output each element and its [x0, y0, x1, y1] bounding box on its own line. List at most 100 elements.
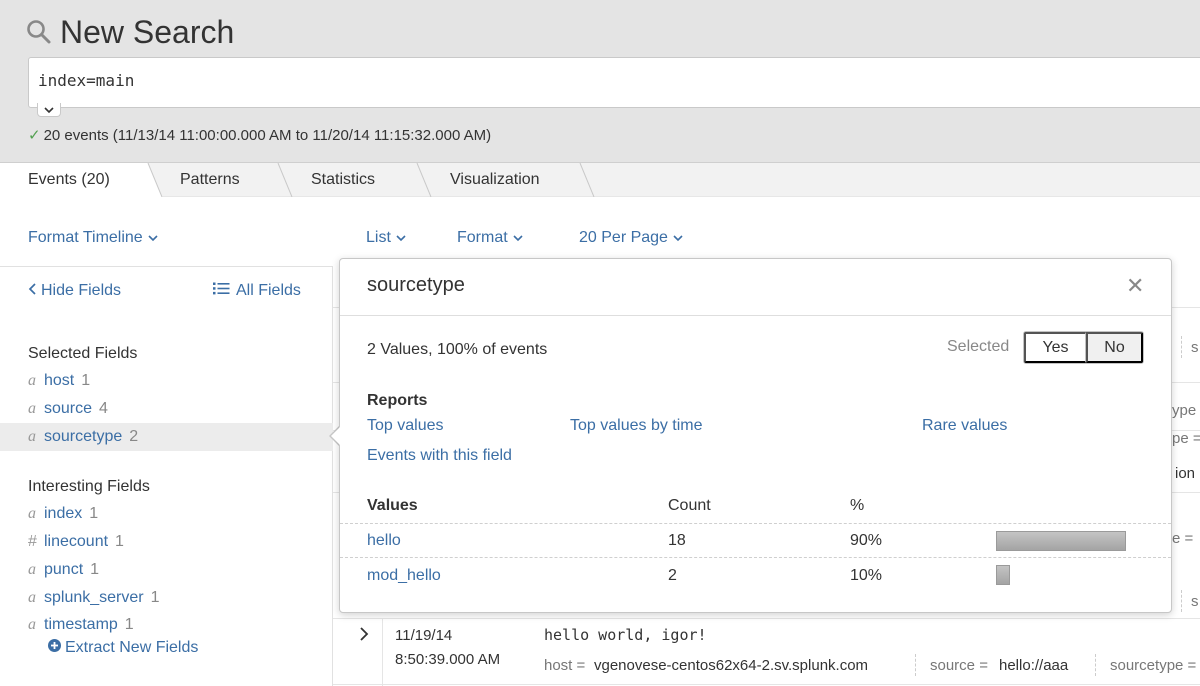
event-divider [333, 618, 1200, 619]
chevron-down-icon [44, 101, 54, 119]
list-label: List [366, 229, 391, 246]
search-input[interactable] [38, 71, 1138, 90]
tab-events[interactable]: Events (20) [28, 163, 110, 197]
field-name: punct [44, 561, 84, 578]
rare-values-link[interactable]: Rare values [922, 417, 1007, 435]
event-partial-text: pe = [1172, 430, 1200, 447]
number-type-icon: # [28, 533, 37, 550]
field-row-source[interactable]: a source 4 [0, 395, 333, 423]
top-values-link[interactable]: Top values [367, 417, 444, 435]
field-count: 4 [99, 400, 108, 417]
string-type-icon: a [28, 616, 36, 633]
list-menu[interactable]: List [366, 229, 406, 247]
event-partial-text: s [1191, 593, 1199, 610]
close-icon[interactable]: ✕ [1126, 275, 1144, 297]
top-values-by-time-link[interactable]: Top values by time [570, 417, 703, 435]
field-row-index[interactable]: a index 1 [0, 500, 333, 528]
field-separator [1095, 654, 1096, 676]
selected-no-button[interactable]: No [1086, 332, 1143, 363]
tab-statistics[interactable]: Statistics [311, 163, 375, 197]
extract-new-fields-label: Extract New Fields [65, 639, 199, 656]
event-partial-text: ion [1175, 465, 1196, 482]
list-icon [213, 282, 230, 300]
popover-divider [340, 315, 1171, 316]
format-timeline-menu[interactable]: Format Timeline [28, 229, 158, 247]
event-divider [333, 684, 1200, 685]
expand-search-button[interactable] [37, 103, 61, 117]
event-partial-text: e = [1172, 530, 1194, 547]
event-raw-text: hello world, igor! [544, 626, 707, 644]
field-name: index [44, 505, 83, 522]
all-fields-link[interactable]: All Fields [213, 282, 301, 300]
page-title: New Search [60, 13, 235, 50]
string-type-icon: a [28, 372, 36, 389]
count-column-header: Count [668, 497, 711, 514]
values-column-header: Values [367, 497, 418, 514]
event-date: 11/19/14 [395, 627, 453, 644]
extract-new-fields-link[interactable]: Extract New Fields [48, 639, 198, 657]
string-type-icon: a [28, 400, 36, 417]
field-row-linecount[interactable]: # linecount 1 [0, 528, 333, 556]
check-icon: ✓ [28, 127, 41, 144]
field-separator [915, 654, 916, 676]
field-row-splunk-server[interactable]: a splunk_server 1 [0, 584, 333, 612]
value-bar [996, 565, 1010, 585]
field-row-timestamp[interactable]: a timestamp 1 [0, 611, 333, 639]
results-tabs: Events (20) Patterns Statistics Visualiz… [0, 163, 1200, 197]
value-bar [996, 531, 1126, 551]
per-page-label: 20 Per Page [579, 229, 668, 246]
field-separator [1181, 590, 1182, 612]
chevron-down-icon [148, 229, 158, 247]
hide-fields-link[interactable]: Hide Fields [28, 282, 121, 300]
search-header: New Search ✓ 20 events (11/13/14 11:00:0… [0, 0, 1200, 163]
chevron-left-icon [28, 282, 36, 300]
expand-event-icon[interactable] [359, 627, 369, 646]
search-box[interactable] [28, 57, 1200, 108]
field-row-host[interactable]: a host 1 [0, 367, 333, 395]
format-menu[interactable]: Format [457, 229, 523, 247]
tab-visualization[interactable]: Visualization [450, 163, 540, 197]
event-sourcetype-key: sourcetype = [1110, 657, 1197, 674]
chevron-down-icon [396, 229, 406, 247]
selected-yes-button[interactable]: Yes [1024, 332, 1086, 363]
popover-arrow-inner [331, 426, 341, 446]
event-host-key: host = [544, 657, 586, 674]
value-hello-link[interactable]: hello [367, 532, 401, 550]
reports-title: Reports [367, 392, 428, 409]
table-row-divider [340, 557, 1171, 558]
value-count: 18 [668, 532, 686, 549]
field-count: 1 [81, 372, 91, 389]
field-count: 1 [89, 505, 99, 522]
string-type-icon: a [28, 589, 36, 606]
chevron-down-icon [673, 229, 683, 247]
string-type-icon: a [28, 561, 36, 578]
event-source-value[interactable]: hello://aaa [999, 657, 1068, 674]
field-row-punct[interactable]: a punct 1 [0, 556, 333, 584]
status-text: 20 events (11/13/14 11:00:00.000 AM to 1… [43, 126, 492, 144]
event-host-value[interactable]: vgenovese-centos62x64-2.sv.splunk.com [594, 657, 868, 674]
per-page-menu[interactable]: 20 Per Page [579, 229, 683, 247]
field-name: timestamp [44, 616, 118, 633]
field-row-sourcetype[interactable]: a sourcetype 2 [0, 423, 333, 451]
value-percent: 10% [850, 567, 883, 584]
values-summary: 2 Values, 100% of events [367, 341, 548, 358]
selected-label: Selected [947, 338, 1010, 355]
field-name: host [44, 372, 75, 389]
event-time: 8:50:39.000 AM [395, 651, 501, 668]
search-status: ✓ 20 events (11/13/14 11:00:00.000 AM to… [28, 126, 492, 145]
popover-title: sourcetype [367, 274, 465, 296]
event-column-divider [382, 618, 383, 686]
string-type-icon: a [28, 428, 36, 445]
search-icon [26, 19, 52, 45]
value-mod-hello-link[interactable]: mod_hello [367, 567, 441, 585]
interesting-fields-title: Interesting Fields [28, 478, 150, 495]
field-count: 1 [115, 533, 124, 550]
selected-toggle: Yes No [1023, 331, 1144, 364]
tab-patterns[interactable]: Patterns [180, 163, 240, 197]
events-with-field-link[interactable]: Events with this field [367, 447, 512, 465]
field-count: 1 [150, 589, 160, 606]
format-label: Format [457, 229, 508, 246]
selected-fields-title: Selected Fields [28, 345, 138, 362]
value-count: 2 [668, 567, 677, 584]
title-row: New Search [26, 12, 234, 52]
